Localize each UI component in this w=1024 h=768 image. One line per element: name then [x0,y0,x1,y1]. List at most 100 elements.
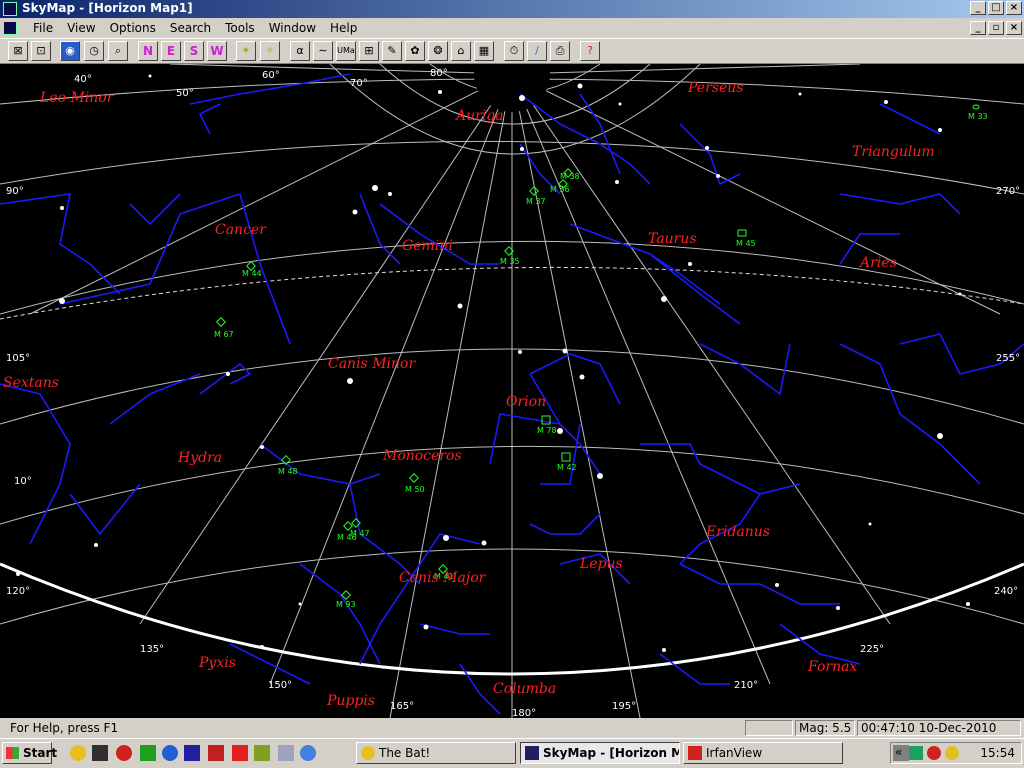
zoom-fit-icon[interactable]: ⊠ [8,41,28,61]
start-button[interactable]: Start [2,742,57,764]
minimize-button[interactable]: _ [970,1,986,15]
stars-icon[interactable]: ✦ [236,41,256,61]
system-tray: « 15:54 [890,742,1022,764]
constellation-label: Canis Major [399,570,487,586]
view-east-button[interactable]: E [161,41,181,61]
skymap-app-icon [3,2,17,16]
constellation-label: Auriga [454,108,504,124]
azimuth-label: 195° [612,701,636,712]
menu-file[interactable]: File [26,20,60,36]
zenith-cap [474,64,550,112]
view-west-button[interactable]: W [207,41,227,61]
status-help-text: For Help, press F1 [10,721,119,735]
start-label: Start [23,746,58,760]
quicklaunch-icon-4[interactable] [140,745,156,761]
greek-letters-button[interactable]: α [290,41,310,61]
messier-label: M 44 [242,269,262,278]
status-bar: For Help, press F1 Mag: 5.5 00:47:10 10-… [0,718,1024,738]
menu-tools[interactable]: Tools [218,20,262,36]
quicklaunch-icon-8[interactable] [232,745,248,761]
deep-sky-icon[interactable]: ✿ [405,41,425,61]
constellation-label: Taurus [648,231,697,247]
clock-icon[interactable]: ◷ [84,41,104,61]
globe-icon[interactable]: ◉ [60,41,80,61]
milky-way-icon[interactable]: ∼ [313,41,333,61]
document-icon[interactable] [3,21,17,35]
pencil-icon[interactable]: / [527,41,547,61]
stars [16,74,970,652]
constellation-names: Leo Minor Auriga Perseus Triangulum Canc… [3,80,935,709]
quicklaunch-icon-10[interactable] [278,745,294,761]
messier-label: M 78 [537,426,557,435]
opera-icon[interactable] [116,745,132,761]
constellation-label: Leo Minor [39,90,115,106]
tray-icon-network[interactable] [909,746,923,760]
irfanview-icon [688,746,702,760]
view-south-button[interactable]: S [184,41,204,61]
doc-restore-button[interactable]: ▫ [988,21,1004,35]
constellation-label: Monoceros [382,448,462,464]
azimuth-label: 150° [268,680,292,691]
quicklaunch-icon-7[interactable] [208,745,224,761]
title-bar: SkyMap - [Horizon Map1] _ □ × [0,0,1024,18]
doc-minimize-button[interactable]: _ [970,21,986,35]
constellation-label: Gemini [402,238,453,254]
save-icon[interactable] [184,745,200,761]
messier-label: M 36 [550,185,570,194]
menu-view[interactable]: View [60,20,102,36]
find-icon[interactable]: ⌕ [108,41,128,61]
zoom-frame-icon[interactable]: ⊡ [31,41,51,61]
horizon-grid-icon[interactable]: ⌂ [451,41,471,61]
azimuth-label: 60° [262,70,280,81]
grid-icon[interactable]: ▦ [474,41,494,61]
close-button[interactable]: × [1006,1,1022,15]
galaxy-icon[interactable]: ❂ [428,41,448,61]
sky-map-canvas[interactable]: M 33 M 38 M 36 M 37 M 45 M 35 M 44 M 67 … [0,64,1024,718]
constellation-names-button[interactable]: UMa [336,41,356,61]
messier-label: M 45 [736,239,756,248]
tray-icon-misc[interactable] [945,746,959,760]
quicklaunch-icon-1[interactable] [70,745,86,761]
menu-search[interactable]: Search [163,20,218,36]
messier-label: M 38 [560,172,580,181]
task-label: SkyMap - [Horizon M... [543,746,679,760]
quicklaunch-icon-11[interactable] [300,745,316,761]
help-icon[interactable]: ? [580,41,600,61]
tray-clock[interactable]: 15:54 [980,746,1015,760]
window-title: SkyMap - [Horizon Map1] [22,1,193,15]
task-skymap[interactable]: SkyMap - [Horizon M... [520,742,680,764]
tray-icon-app[interactable] [927,746,941,760]
azimuth-label: 210° [734,680,758,691]
menu-help[interactable]: Help [323,20,364,36]
azimuth-label: 70° [350,78,368,89]
azimuth-label: 10° [14,476,32,487]
menu-options[interactable]: Options [103,20,163,36]
task-irfanview[interactable]: IrfanView [683,742,843,764]
constellation-label: Cancer [215,222,267,238]
azimuth-label: 50° [176,88,194,99]
internet-explorer-icon[interactable] [162,745,178,761]
messier-label: M 33 [968,112,988,121]
messier-label: M 50 [405,485,425,494]
skymap-icon [525,746,539,760]
azimuth-label: 90° [6,186,24,197]
quicklaunch-icon-2[interactable] [92,745,108,761]
quicklaunch-icon-9[interactable] [254,745,270,761]
doc-close-button[interactable]: × [1006,21,1022,35]
boundaries-icon[interactable]: ⊞ [359,41,379,61]
figures-icon[interactable]: ✎ [382,41,402,61]
stopwatch-icon[interactable]: ⏱ [504,41,524,61]
azimuth-label: 40° [74,74,92,85]
star-labels-icon[interactable]: ✧ [260,41,280,61]
tray-expand-chevron[interactable]: « [895,745,902,759]
taskbar: Start The Bat! SkyMap - [Horizon M... Ir… [0,738,1024,768]
constellation-label: Pyxis [198,655,236,671]
maximize-button[interactable]: □ [988,1,1004,15]
menu-window[interactable]: Window [262,20,323,36]
task-the-bat[interactable]: The Bat! [356,742,516,764]
view-north-button[interactable]: N [138,41,158,61]
print-icon[interactable]: ⎙ [550,41,570,61]
messier-label: M 93 [336,600,356,609]
constellation-label: Lepus [579,556,623,572]
azimuth-label: 80° [430,68,448,79]
